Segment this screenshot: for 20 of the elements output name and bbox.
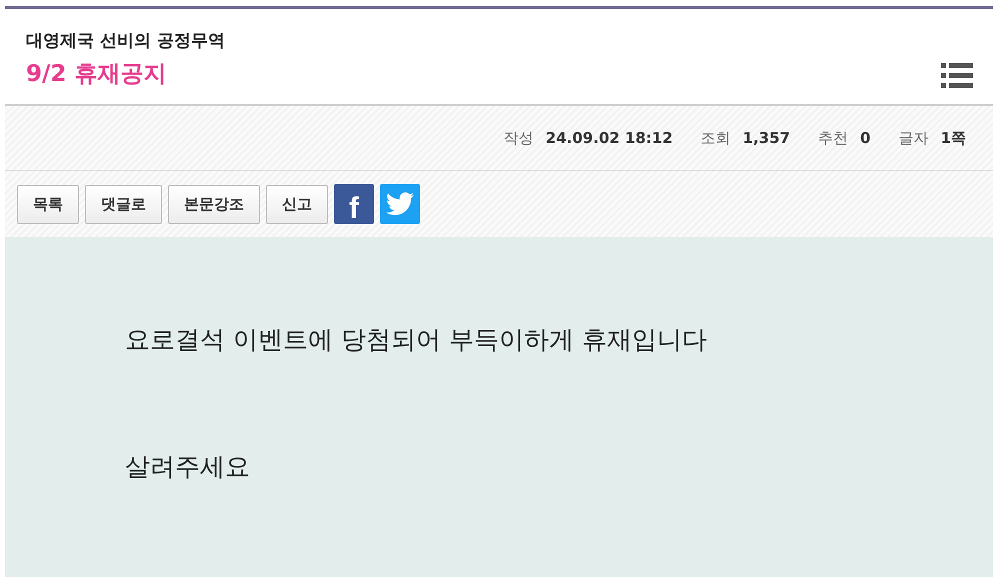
post-title: 9/2 휴재공지 [26,60,168,89]
action-button[interactable]: 댓글로 [85,184,162,224]
meta-value: 0 [860,128,871,148]
twitter-share-button[interactable] [380,184,420,224]
board-name: 대영제국 선비의 공정무역 [26,30,225,52]
meta-value: 24.09.02 18:12 [546,128,673,148]
meta-label: 글자 [898,128,929,148]
body-paragraph: 요로결석 이벤트에 당첨되어 부득이하게 휴재입니다 [125,324,708,356]
action-button[interactable]: 본문강조 [168,184,260,224]
meta-value: 1,357 [742,128,790,148]
meta-value: 1쪽 [940,128,966,148]
meta-label: 조회 [700,128,731,148]
list-menu-icon[interactable] [941,61,973,89]
facebook-share-button[interactable]: f [334,184,374,224]
meta-label: 작성 [504,128,534,148]
meta-label: 추천 [818,128,848,148]
body-paragraph: 살려주세요 [125,451,251,483]
action-button[interactable]: 목록 [17,184,79,224]
bird-icon [386,192,414,216]
action-button[interactable]: 신고 [266,184,328,224]
